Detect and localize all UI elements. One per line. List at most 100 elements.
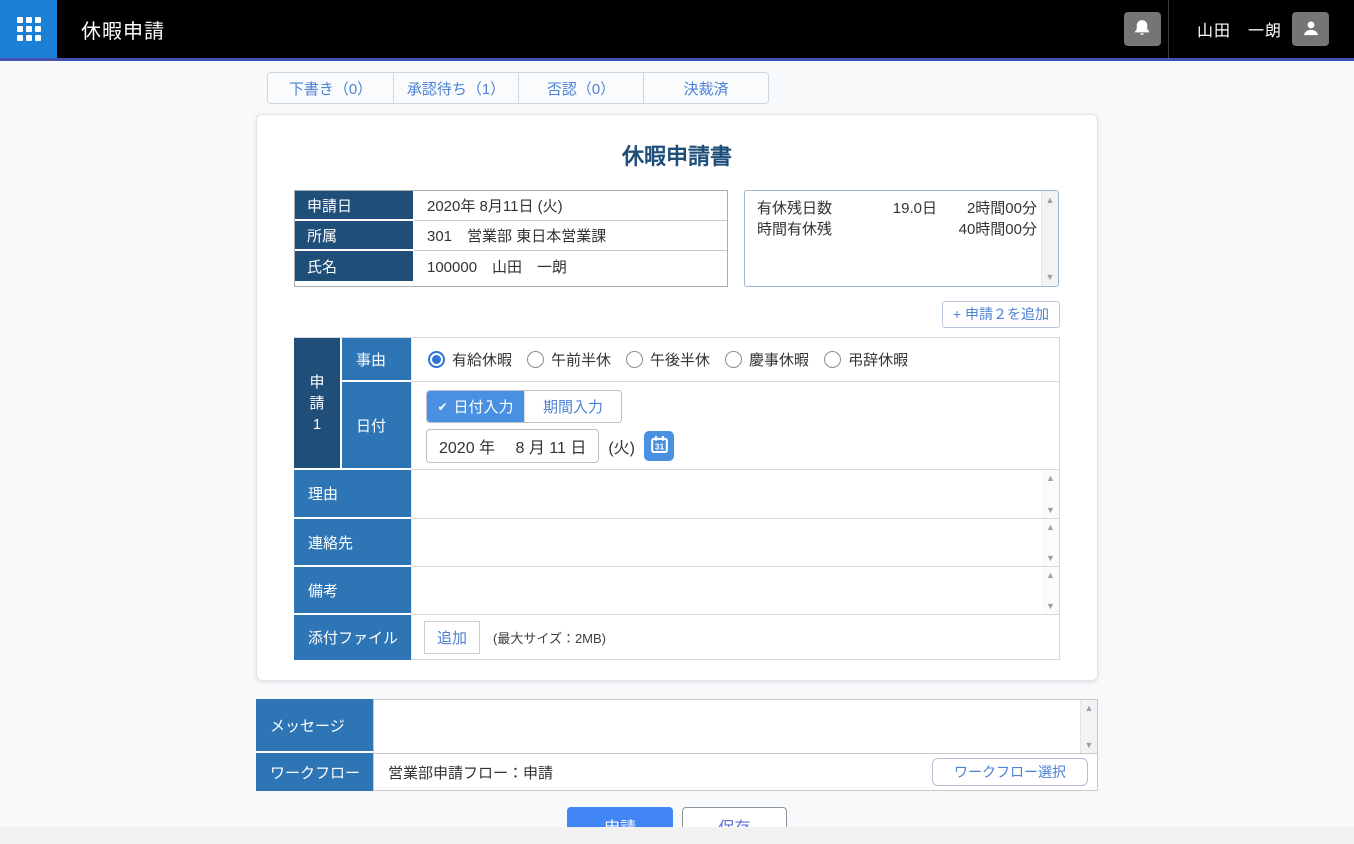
attachment-cell: 追加 (最大サイズ：2MB) xyxy=(411,615,1059,660)
date-label: 日付 xyxy=(342,382,411,470)
radio-label: 午後半休 xyxy=(650,349,710,370)
weekday-label: (火) xyxy=(608,434,635,458)
textarea-scrollbar[interactable]: ▲ ▼ xyxy=(1042,470,1059,518)
name-label: 氏名 xyxy=(295,251,413,281)
add-request2-button[interactable]: + 申請２を追加 xyxy=(942,301,1060,328)
radio-option-afternoon-half[interactable]: 午後半休 xyxy=(626,349,710,370)
tab-rejected[interactable]: 否認（0） xyxy=(518,73,643,103)
radio-option-morning-half[interactable]: 午前半休 xyxy=(527,349,611,370)
calendar-button[interactable]: 31 xyxy=(644,431,674,461)
balance-days xyxy=(861,219,937,240)
form-title: 休暇申請書 xyxy=(294,139,1060,171)
calendar-icon: 31 xyxy=(649,434,670,458)
scroll-up-icon[interactable]: ▲ xyxy=(1046,570,1055,580)
radio-label: 午前半休 xyxy=(551,349,611,370)
status-tabs: 下書き（0） 承認待ち（1） 否認（0） 決裁済 xyxy=(267,72,769,104)
scroll-up-icon[interactable]: ▲ xyxy=(1046,473,1055,483)
date-mode-tabs: ✔ 日付入力 期間入力 xyxy=(426,390,622,423)
contact-cell: ▲ ▼ xyxy=(411,519,1059,567)
list-item: 有休残日数 19.0日 2時間00分 xyxy=(757,198,1037,219)
reason-text-cell: ▲ ▼ xyxy=(411,470,1059,519)
textarea-scrollbar[interactable]: ▲ ▼ xyxy=(1042,519,1059,566)
radio-option-paid-leave[interactable]: 有給休暇 xyxy=(428,349,512,370)
top-section: 申請日 2020年 8月11日 (火) 所属 301 営業部 東日本営業課 氏名… xyxy=(294,190,1060,287)
message-workflow-table: メッセージ ▲ ▼ ワークフロー 営業部申請フロー：申請 ワークフロー選択 xyxy=(256,699,1098,791)
radio-icon xyxy=(626,351,643,368)
header-divider xyxy=(1168,0,1169,58)
tab-date-entry[interactable]: ✔ 日付入力 xyxy=(427,391,524,422)
department-label: 所属 xyxy=(295,221,413,251)
workflow-label: ワークフロー xyxy=(256,753,373,791)
textarea-scrollbar[interactable]: ▲ ▼ xyxy=(1042,567,1059,614)
grid-icon xyxy=(17,17,41,41)
applicant-info-table: 申請日 2020年 8月11日 (火) 所属 301 営業部 東日本営業課 氏名… xyxy=(294,190,728,287)
vacation-request-card: 休暇申請書 申請日 2020年 8月11日 (火) 所属 301 営業部 東日本… xyxy=(256,114,1098,681)
message-textarea[interactable] xyxy=(374,700,1080,753)
table-row: 所属 301 営業部 東日本営業課 xyxy=(295,221,727,251)
workflow-value: 営業部申請フロー：申請 xyxy=(388,762,932,783)
horizontal-scrollbar-track[interactable] xyxy=(0,827,1354,844)
attachment-label: 添付ファイル xyxy=(294,615,411,660)
attachment-size-hint: (最大サイズ：2MB) xyxy=(493,628,606,647)
scroll-up-icon[interactable]: ▲ xyxy=(1046,195,1055,205)
textarea-scrollbar[interactable]: ▲ ▼ xyxy=(1080,700,1097,753)
reason-textarea[interactable] xyxy=(412,470,1042,518)
leave-balance-content: 有休残日数 19.0日 2時間00分 時間有休残 40時間00分 xyxy=(745,191,1041,286)
contact-textarea[interactable] xyxy=(412,519,1042,566)
application-date-value: 2020年 8月11日 (火) xyxy=(413,191,727,221)
date-line: 2020 年 8 月 11 日 (火) 31 xyxy=(426,429,1059,463)
scroll-up-icon[interactable]: ▲ xyxy=(1085,703,1094,713)
add-request-row: + 申請２を追加 xyxy=(294,301,1060,328)
page-title: 休暇申請 xyxy=(81,15,165,44)
reason-options: 有給休暇 午前半休 午後半休 慶事休暇 弔辞休暇 xyxy=(411,338,1059,382)
radio-label: 弔辞休暇 xyxy=(848,349,908,370)
balance-days: 19.0日 xyxy=(861,198,937,219)
scroll-down-icon[interactable]: ▼ xyxy=(1046,553,1055,563)
note-label: 備考 xyxy=(294,567,411,615)
radio-label: 慶事休暇 xyxy=(749,349,809,370)
bell-icon xyxy=(1132,18,1152,41)
name-value: 100000 山田 一朗 xyxy=(413,251,727,281)
tab-period-entry[interactable]: 期間入力 xyxy=(524,391,621,422)
workflow-cell: 営業部申請フロー：申請 ワークフロー選択 xyxy=(373,753,1098,791)
workflow-select-button[interactable]: ワークフロー選択 xyxy=(932,758,1088,786)
scroll-down-icon[interactable]: ▼ xyxy=(1085,740,1094,750)
scroll-down-icon[interactable]: ▼ xyxy=(1046,505,1055,515)
radio-icon xyxy=(725,351,742,368)
tab-approved[interactable]: 決裁済 xyxy=(643,73,768,103)
tab-draft[interactable]: 下書き（0） xyxy=(268,73,393,103)
message-cell: ▲ ▼ xyxy=(373,699,1098,753)
balance-scrollbar[interactable]: ▲ ▼ xyxy=(1041,191,1058,286)
department-value: 301 営業部 東日本営業課 xyxy=(413,221,727,251)
svg-text:31: 31 xyxy=(654,441,664,451)
user-name: 山田 一朗 xyxy=(1197,17,1282,41)
message-label: メッセージ xyxy=(256,699,373,753)
scroll-down-icon[interactable]: ▼ xyxy=(1046,272,1055,282)
scroll-up-icon[interactable]: ▲ xyxy=(1046,522,1055,532)
radio-checked-icon xyxy=(428,351,445,368)
app-header: 休暇申請 山田 一朗 xyxy=(0,0,1354,58)
person-icon xyxy=(1301,18,1321,41)
mode-tab-label: 日付入力 xyxy=(454,396,514,417)
date-cell: ✔ 日付入力 期間入力 2020 年 8 月 11 日 (火) 31 xyxy=(411,382,1059,470)
contact-label: 連絡先 xyxy=(294,519,411,567)
request1-group-label: 申 請 1 xyxy=(294,338,342,470)
app-launcher-button[interactable] xyxy=(0,0,57,58)
tab-pending-approval[interactable]: 承認待ち（1） xyxy=(393,73,518,103)
date-input[interactable]: 2020 年 8 月 11 日 xyxy=(426,429,599,463)
radio-option-celebration-leave[interactable]: 慶事休暇 xyxy=(725,349,809,370)
list-item: 時間有休残 40時間00分 xyxy=(757,219,1037,240)
reason-text-label: 理由 xyxy=(294,470,411,519)
scroll-down-icon[interactable]: ▼ xyxy=(1046,601,1055,611)
user-menu-button[interactable] xyxy=(1292,12,1329,46)
attachment-add-button[interactable]: 追加 xyxy=(424,621,480,654)
radio-option-condolence-leave[interactable]: 弔辞休暇 xyxy=(824,349,908,370)
balance-hours: 2時間00分 xyxy=(937,198,1037,219)
header-accent-line xyxy=(0,58,1354,61)
note-textarea[interactable] xyxy=(412,567,1042,614)
note-cell: ▲ ▼ xyxy=(411,567,1059,615)
application-date-label: 申請日 xyxy=(295,191,413,221)
header-right: 山田 一朗 xyxy=(1124,0,1354,58)
radio-icon xyxy=(527,351,544,368)
notification-button[interactable] xyxy=(1124,12,1161,46)
